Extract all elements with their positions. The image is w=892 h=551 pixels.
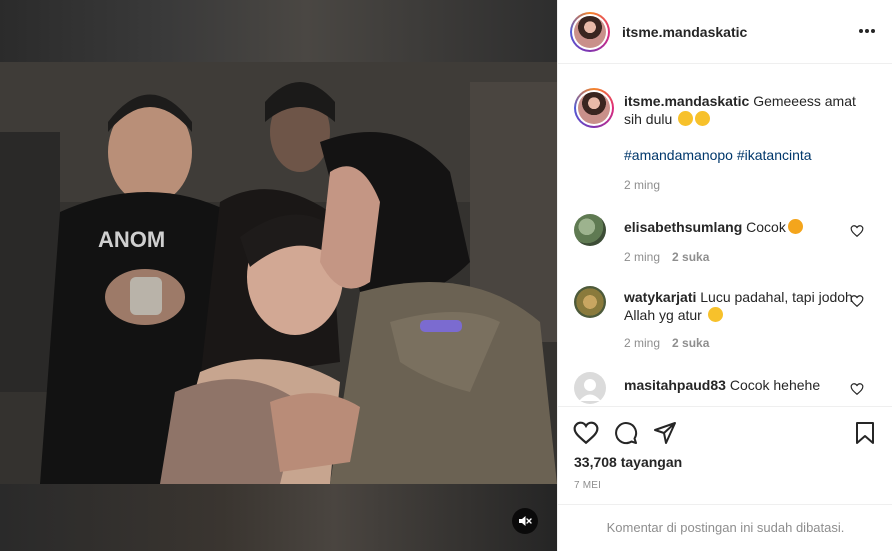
- comment-text-block: masitahpaud83 Cocok hehehe: [624, 376, 864, 394]
- rofl-emoji: [695, 111, 711, 126]
- comment-text: Cocok hehehe: [729, 377, 821, 393]
- comment-icon: [615, 422, 638, 445]
- caption-item: itsme.mandaskatic Gemeeess amat sih dulu…: [574, 88, 874, 198]
- mute-button[interactable]: [512, 508, 538, 534]
- author-avatar[interactable]: [570, 12, 610, 52]
- like-button[interactable]: [572, 419, 600, 447]
- comment-avatar[interactable]: [574, 214, 606, 246]
- media-blur-top: [0, 0, 557, 62]
- caption-username[interactable]: itsme.mandaskatic: [624, 93, 749, 109]
- view-count-number: 33,708: [574, 454, 617, 470]
- caption-meta: 2 ming: [624, 178, 660, 192]
- comment-text-block: elisabethsumlang Cocok: [624, 218, 864, 236]
- video-frame[interactable]: ANOM: [0, 62, 557, 484]
- comment-meta: 2 ming 2 suka: [624, 336, 709, 350]
- comment-avatar[interactable]: [574, 372, 606, 404]
- svg-text:ANOM: ANOM: [98, 227, 165, 252]
- heart-small-icon[interactable]: [850, 294, 864, 308]
- post-actions: 33,708 tayangan 7 MEI Komentar di postin…: [558, 406, 892, 551]
- comment-text: Cocok: [746, 219, 786, 235]
- comment-username[interactable]: watykarjati: [624, 289, 696, 305]
- like-icon: [573, 421, 599, 445]
- heart-small-icon[interactable]: [850, 224, 864, 238]
- post-side-panel: itsme.mandaskatic itsme.mandaskatic Geme…: [557, 0, 892, 551]
- comment-time[interactable]: 2 ming: [624, 250, 660, 264]
- comment-item: masitahpaud83 Cocok hehehe: [574, 372, 874, 406]
- share-icon: [654, 422, 676, 444]
- comments-list[interactable]: itsme.mandaskatic Gemeeess amat sih dulu…: [558, 64, 892, 406]
- rofl-emoji: [678, 111, 694, 126]
- comment-button[interactable]: [612, 419, 640, 447]
- heart-small-icon[interactable]: [850, 382, 864, 396]
- post-media[interactable]: ANOM: [0, 0, 557, 551]
- caption-text-block: itsme.mandaskatic Gemeeess amat sih dulu: [624, 92, 864, 128]
- comment-likes[interactable]: 2 suka: [672, 336, 709, 350]
- caption-time[interactable]: 2 ming: [624, 178, 660, 192]
- video-still-illustration: ANOM: [0, 62, 557, 484]
- comment-item: elisabethsumlang Cocok 2 ming 2 suka: [574, 214, 874, 274]
- view-count[interactable]: 33,708 tayangan: [574, 454, 682, 470]
- comment-item: watykarjati Lucu padahal, tapi jodoh All…: [574, 286, 874, 366]
- grinning-sweat-emoji: [707, 307, 723, 322]
- comment-text-block: watykarjati Lucu padahal, tapi jodoh All…: [624, 288, 864, 324]
- mute-icon: [519, 516, 532, 526]
- default-avatar-icon: [579, 379, 601, 401]
- view-count-label: tayangan: [620, 454, 683, 470]
- caption-hashtags[interactable]: #amandamanopo #ikatancinta: [624, 146, 864, 164]
- comment-avatar[interactable]: [574, 286, 606, 318]
- comments-disabled-notice: Komentar di postingan ini sudah dibatasi…: [558, 504, 892, 551]
- save-button[interactable]: [851, 419, 879, 447]
- post-date[interactable]: 7 MEI: [574, 480, 601, 491]
- save-icon: [856, 422, 874, 444]
- comment-meta: 2 ming 2 suka: [624, 250, 709, 264]
- share-button[interactable]: [651, 419, 679, 447]
- comment-username[interactable]: elisabethsumlang: [624, 219, 742, 235]
- post-header: itsme.mandaskatic: [558, 0, 892, 64]
- media-blur-bottom: [0, 484, 557, 551]
- more-options-icon: [859, 29, 863, 33]
- comment-username[interactable]: masitahpaud83: [624, 377, 726, 393]
- heart-eyes-emoji: [787, 219, 803, 234]
- comment-time[interactable]: 2 ming: [624, 336, 660, 350]
- author-username[interactable]: itsme.mandaskatic: [622, 24, 747, 40]
- comment-likes[interactable]: 2 suka: [672, 250, 709, 264]
- caption-avatar[interactable]: [574, 88, 614, 128]
- more-options-button[interactable]: [856, 22, 878, 40]
